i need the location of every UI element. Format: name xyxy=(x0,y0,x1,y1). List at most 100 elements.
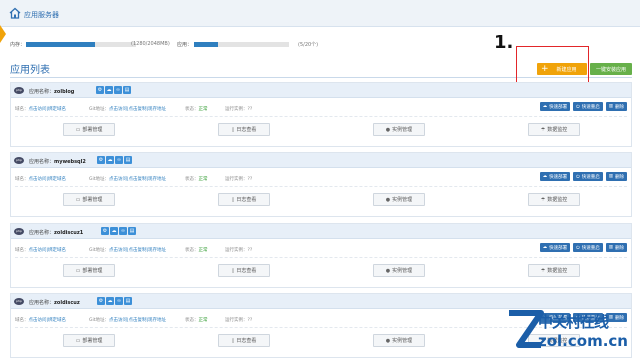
app-actions: ☁ 快速部署 ⏻ 快速重启 ▥ 删除 xyxy=(539,243,627,252)
link-icon[interactable]: ∞ xyxy=(115,156,123,164)
config-icon[interactable]: ⚙ xyxy=(97,297,105,305)
fast-deploy-label: 快速部署 xyxy=(549,174,568,180)
delete-button[interactable]: ▥ 删除 xyxy=(605,243,627,252)
data-monitor-button[interactable]: ☂ 数据监控 xyxy=(528,123,580,136)
log-view-button[interactable]: ▯ 日志查看 xyxy=(218,193,270,206)
data-monitor-button[interactable]: ☂ 数据监控 xyxy=(528,264,580,277)
user-icon: ● xyxy=(385,267,391,274)
domain-links[interactable]: 点击访问|绑定域名 xyxy=(29,248,67,253)
cloud-icon[interactable]: ☁ xyxy=(110,227,118,235)
umbrella-icon: ☂ xyxy=(540,267,546,274)
card-divider xyxy=(15,116,627,117)
config-icon[interactable]: ⚙ xyxy=(96,86,104,94)
log-view-label: 日志查看 xyxy=(236,338,257,344)
file-icon[interactable]: ▤ xyxy=(124,297,132,305)
memory-value: (1280/2048MB) xyxy=(131,41,170,47)
log-view-button[interactable]: ▯ 日志查看 xyxy=(218,334,270,347)
app-actions: ☁ 快速部署 ⏻ 快速重启 ▥ 删除 xyxy=(539,172,627,181)
document-icon: ▯ xyxy=(231,126,235,133)
fast-deploy-button[interactable]: ☁ 快速部署 xyxy=(539,243,571,252)
git-field: Git地址：点击访问|点击复制|现存地址 xyxy=(89,247,166,253)
link-icon[interactable]: ∞ xyxy=(114,86,122,94)
domain-field: 域名：点击访问|绑定域名 xyxy=(15,317,66,323)
instance-mgmt-button[interactable]: ● 实例管理 xyxy=(373,264,425,277)
instance-mgmt-button[interactable]: ● 实例管理 xyxy=(373,123,425,136)
cloud-icon[interactable]: ☁ xyxy=(105,86,113,94)
monitor-icon: ▭ xyxy=(75,126,81,133)
fast-deploy-button[interactable]: ☁ 快速部署 xyxy=(539,102,571,111)
domain-links[interactable]: 点击访问|绑定域名 xyxy=(29,318,67,323)
zol-watermark: 中关村在线 zol.com.cn xyxy=(505,305,635,355)
trash-icon: ▥ xyxy=(608,245,613,250)
file-icon[interactable]: ▤ xyxy=(128,227,136,235)
deploy-mgmt-button[interactable]: ▭ 部署管理 xyxy=(63,264,115,277)
one-click-install-button[interactable]: 一键安装应用 xyxy=(590,63,632,75)
app-name-label: 应用名称： xyxy=(29,89,55,95)
data-monitor-button[interactable]: ☂ 数据监控 xyxy=(528,193,580,206)
file-icon[interactable]: ▤ xyxy=(124,156,132,164)
delete-button[interactable]: ▥ 删除 xyxy=(605,102,627,111)
log-view-label: 日志查看 xyxy=(236,127,257,133)
fast-restart-button[interactable]: ⏻ 快速重启 xyxy=(573,172,603,181)
app-card: php 应用名称：zolblog ⚙ ☁ ∞ ▤ 域名：点击访问|绑定域名 Git地址… xyxy=(10,82,632,147)
app-tag-icons: ⚙ ☁ ∞ ▤ xyxy=(96,86,131,94)
document-icon: ▯ xyxy=(231,196,235,203)
file-icon[interactable]: ▤ xyxy=(123,86,131,94)
instance-mgmt-label: 实例管理 xyxy=(392,197,413,203)
app-logo-icon: php xyxy=(14,228,24,235)
monitor-icon: ▭ xyxy=(75,267,81,274)
instance-mgmt-button[interactable]: ● 实例管理 xyxy=(373,193,425,206)
git-links[interactable]: 点击访问|点击复制|现存地址 xyxy=(109,107,166,112)
link-icon[interactable]: ∞ xyxy=(115,297,123,305)
watermark-en: zol.com.cn xyxy=(538,332,628,350)
status-field: 状态：正常 xyxy=(185,106,208,112)
domain-label: 域名： xyxy=(15,318,29,323)
status-value: 正常 xyxy=(198,107,208,112)
fast-restart-label: 快速重启 xyxy=(581,104,600,110)
deploy-mgmt-button[interactable]: ▭ 部署管理 xyxy=(63,123,115,136)
log-view-button[interactable]: ▯ 日志查看 xyxy=(218,264,270,277)
config-icon[interactable]: ⚙ xyxy=(101,227,109,235)
log-view-button[interactable]: ▯ 日志查看 xyxy=(218,123,270,136)
collapse-tab[interactable] xyxy=(0,25,6,43)
instances-field: 运行实例：?? xyxy=(225,176,252,182)
fast-restart-label: 快速重启 xyxy=(581,174,600,180)
annotation-1: 1. xyxy=(494,32,514,53)
cloud-icon[interactable]: ☁ xyxy=(106,156,114,164)
delete-label: 删除 xyxy=(615,174,624,180)
page-title: 应用服务器 xyxy=(24,11,59,19)
data-monitor-label: 数据监控 xyxy=(547,197,568,203)
fast-deploy-label: 快速部署 xyxy=(549,104,568,110)
trash-icon: ▥ xyxy=(608,174,613,179)
deploy-mgmt-button[interactable]: ▭ 部署管理 xyxy=(63,334,115,347)
memory-bar-fill xyxy=(26,42,95,47)
instances-field: 运行实例：?? xyxy=(225,247,252,253)
cloud-icon[interactable]: ☁ xyxy=(106,297,114,305)
fast-deploy-button[interactable]: ☁ 快速部署 xyxy=(539,172,571,181)
status-label: 状态： xyxy=(185,248,199,253)
delete-button[interactable]: ▥ 删除 xyxy=(605,172,627,181)
power-icon: ⏻ xyxy=(576,174,580,180)
git-links[interactable]: 点击访问|点击复制|现存地址 xyxy=(109,318,166,323)
instances-value: ?? xyxy=(247,107,253,112)
deploy-mgmt-button[interactable]: ▭ 部署管理 xyxy=(63,193,115,206)
list-title: 应用列表 xyxy=(10,65,50,76)
app-name-row: 应用名称：zoldiscuz1 xyxy=(29,229,83,236)
instances-value: ?? xyxy=(247,177,253,182)
git-links[interactable]: 点击访问|点击复制|现存地址 xyxy=(109,248,166,253)
instance-mgmt-button[interactable]: ● 实例管理 xyxy=(373,334,425,347)
git-links[interactable]: 点击访问|点击复制|现存地址 xyxy=(109,177,166,182)
config-icon[interactable]: ⚙ xyxy=(97,156,105,164)
git-label: Git地址： xyxy=(89,248,110,253)
app-name-row: 应用名称：zoldiscuz xyxy=(29,299,80,306)
status-value: 正常 xyxy=(198,248,208,253)
link-icon[interactable]: ∞ xyxy=(119,227,127,235)
fast-restart-button[interactable]: ⏻ 快速重启 xyxy=(573,102,603,111)
app-name-row: 应用名称：zolblog xyxy=(29,88,74,95)
domain-links[interactable]: 点击访问|绑定域名 xyxy=(29,107,67,112)
home-icon[interactable] xyxy=(9,7,21,19)
fast-restart-button[interactable]: ⏻ 快速重启 xyxy=(573,243,603,252)
app-actions: ☁ 快速部署 ⏻ 快速重启 ▥ 删除 xyxy=(539,102,627,111)
domain-links[interactable]: 点击访问|绑定域名 xyxy=(29,177,67,182)
monitor-icon: ▭ xyxy=(75,196,81,203)
